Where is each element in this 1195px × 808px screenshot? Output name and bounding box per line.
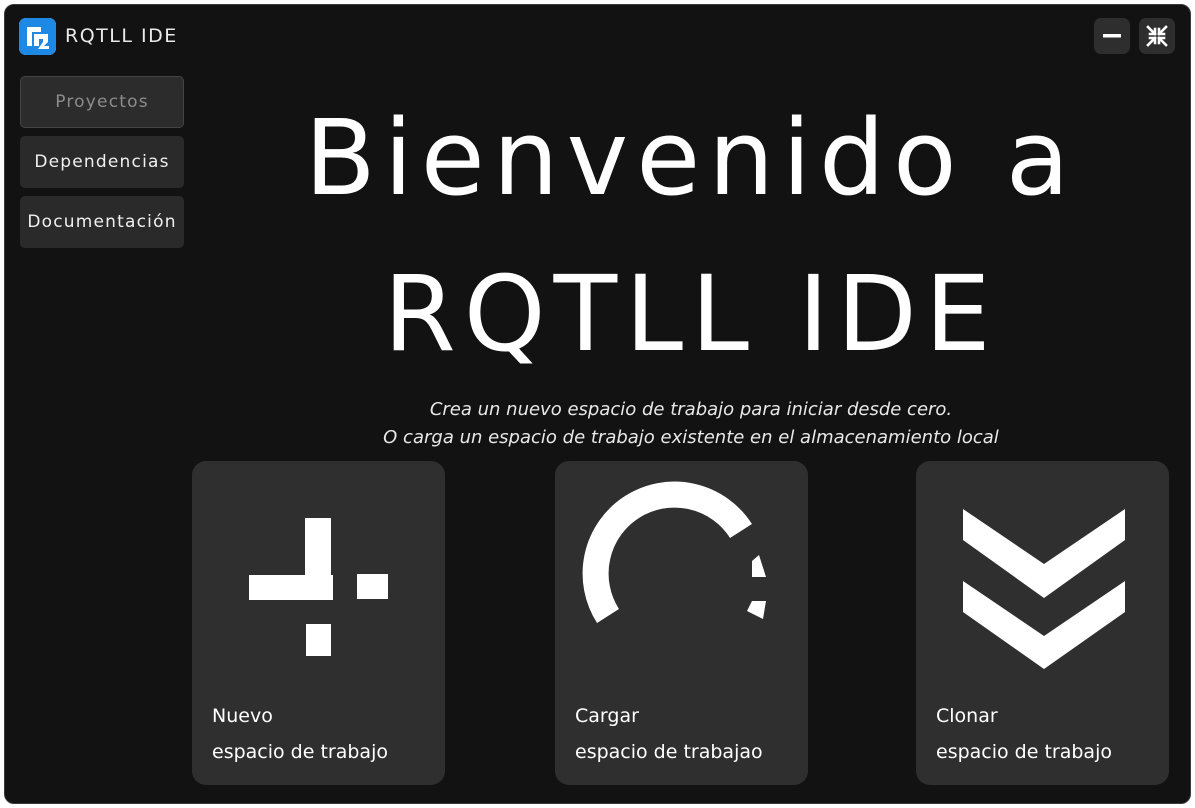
sidebar-item-label: Dependencias <box>34 152 170 172</box>
clone-workspace-card[interactable]: Clonar espacio de trabajo <box>916 461 1169 785</box>
clone-chevrons-icon <box>963 509 1125 669</box>
sidebar-item-documentacion[interactable]: Documentación <box>20 196 184 248</box>
welcome-subtitle-line2: O carga un espacio de trabajo existente … <box>383 427 999 448</box>
card-subtitle: espacio de trabajao <box>575 741 763 763</box>
card-title: Clonar <box>936 705 998 727</box>
sidebar: Proyectos Dependencias Documentación <box>20 76 184 256</box>
minus-icon <box>1103 34 1121 38</box>
close-button[interactable] <box>1139 18 1175 54</box>
collapse-arrows-icon <box>1146 25 1168 47</box>
card-title: Cargar <box>575 705 639 727</box>
sidebar-item-proyectos[interactable]: Proyectos <box>20 76 184 128</box>
card-title: Nuevo <box>212 705 273 727</box>
new-workspace-card[interactable]: Nuevo espacio de trabajo <box>192 461 445 785</box>
minimize-button[interactable] <box>1094 18 1130 54</box>
app-logo-icon <box>19 18 56 55</box>
sidebar-item-label: Documentación <box>27 212 177 232</box>
load-workspace-icon <box>582 481 766 623</box>
new-workspace-icon <box>249 518 388 656</box>
title-bar: RQTLL IDE <box>5 5 1190 67</box>
sidebar-item-label: Proyectos <box>55 92 149 112</box>
load-workspace-card[interactable]: Cargar espacio de trabajao <box>555 461 808 785</box>
app-title: RQTLL IDE <box>65 25 178 47</box>
card-subtitle: espacio de trabajo <box>936 741 1112 763</box>
app-window: RQTLL IDE Proyectos Dependencias Documen… <box>4 4 1191 804</box>
sidebar-item-dependencias[interactable]: Dependencias <box>20 136 184 188</box>
welcome-app-name: RQTLL IDE <box>383 253 999 375</box>
welcome-heading: Bienvenido a <box>304 97 1078 219</box>
welcome-subtitle-line1: Crea un nuevo espacio de trabajo para in… <box>429 399 953 420</box>
card-subtitle: espacio de trabajo <box>212 741 388 763</box>
